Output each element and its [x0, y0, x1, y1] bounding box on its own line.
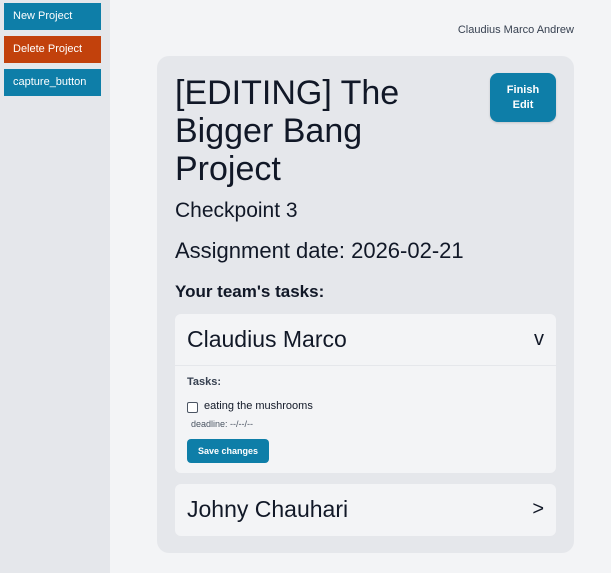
delete-project-button[interactable]: Delete Project	[4, 36, 101, 63]
chevron-right-icon[interactable]: >	[532, 498, 544, 521]
member-panel-johny: Johny Chauhari >	[175, 484, 556, 536]
new-project-button[interactable]: New Project	[4, 3, 101, 30]
assignment-date: Assignment date: 2026-02-21	[175, 238, 464, 263]
sidebar: New Project Delete Project capture_butto…	[0, 0, 110, 573]
member-header-johny[interactable]: Johny Chauhari >	[175, 484, 556, 536]
task-deadline: deadline: --/--/--	[191, 419, 254, 429]
member-header-claudius[interactable]: Claudius Marco v	[175, 314, 556, 366]
member-name: Johny Chauhari	[187, 496, 349, 522]
project-card: [EDITING] The Bigger Bang Project Finish…	[157, 56, 574, 553]
capture-button[interactable]: capture_button	[4, 69, 101, 96]
member-panel-claudius: Claudius Marco v Tasks: eating the mushr…	[175, 314, 556, 473]
chevron-down-icon[interactable]: v	[534, 328, 544, 351]
task-text: eating the mushrooms	[204, 400, 313, 412]
task-checkbox[interactable]	[187, 402, 198, 413]
finish-edit-label: Finish Edit	[506, 83, 540, 111]
app-layout: New Project Delete Project capture_butto…	[0, 0, 611, 573]
username-label: Claudius Marco Andrew	[457, 24, 574, 36]
checkpoint-label: Checkpoint 3	[175, 199, 298, 222]
team-tasks-heading: Your team's tasks:	[175, 282, 325, 301]
member-tasks-body: Tasks: eating the mushrooms deadline: --…	[175, 366, 556, 472]
save-changes-button[interactable]: Save changes	[187, 439, 269, 463]
member-name: Claudius Marco	[187, 326, 347, 352]
tasks-label: Tasks:	[187, 376, 222, 388]
project-title: [EDITING] The Bigger Bang Project	[175, 74, 400, 188]
finish-edit-button[interactable]: Finish Edit	[490, 73, 556, 122]
